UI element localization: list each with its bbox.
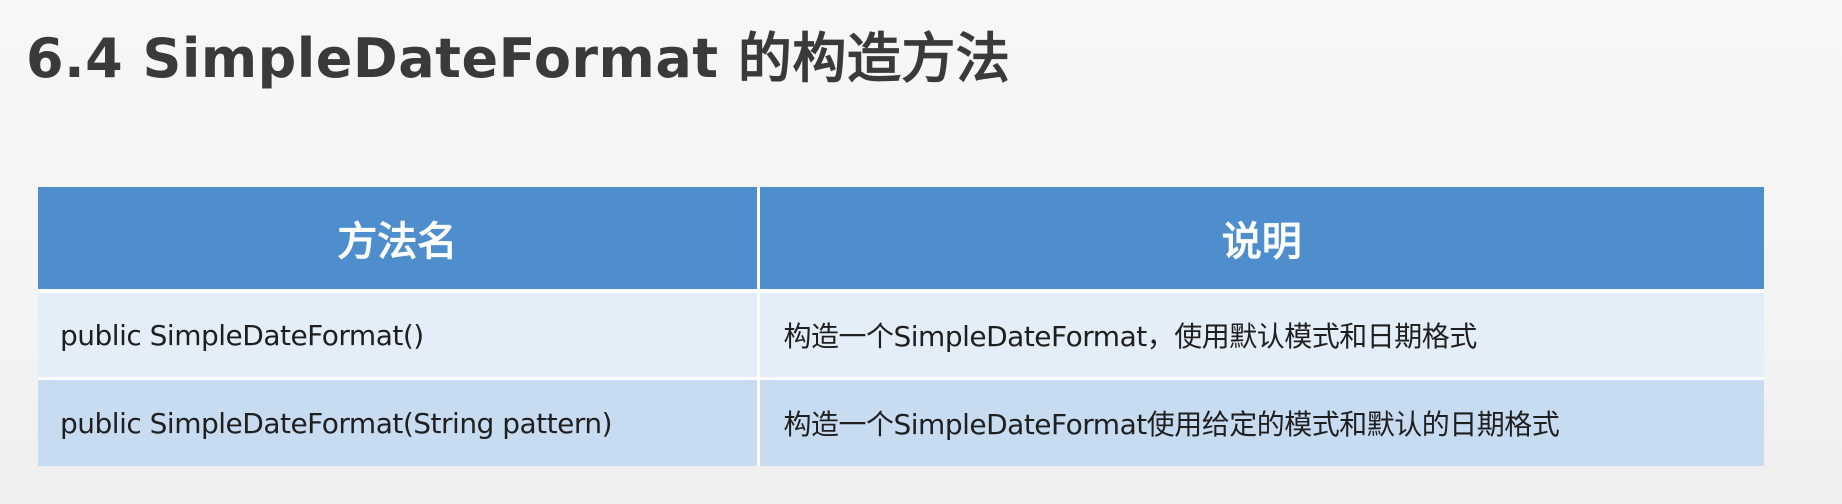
method-cell: public SimpleDateFormat() (38, 291, 760, 380)
header-description: 说明 (758, 187, 1764, 293)
page-title: 6.4 SimpleDateFormat 的构造方法 (26, 27, 1011, 90)
method-table: 方法名 说明 public SimpleDateFormat() 构造一个Sim… (38, 187, 1764, 466)
header-method-name: 方法名 (38, 187, 760, 293)
description-cell: 构造一个SimpleDateFormat，使用默认模式和日期格式 (758, 291, 1764, 380)
method-cell: public SimpleDateFormat(String pattern) (38, 378, 760, 466)
description-cell: 构造一个SimpleDateFormat使用给定的模式和默认的日期格式 (758, 378, 1764, 466)
table-header-row: 方法名 说明 (38, 187, 1764, 293)
table-row: public SimpleDateFormat(String pattern) … (38, 378, 1764, 466)
table-row: public SimpleDateFormat() 构造一个SimpleDate… (38, 291, 1764, 380)
